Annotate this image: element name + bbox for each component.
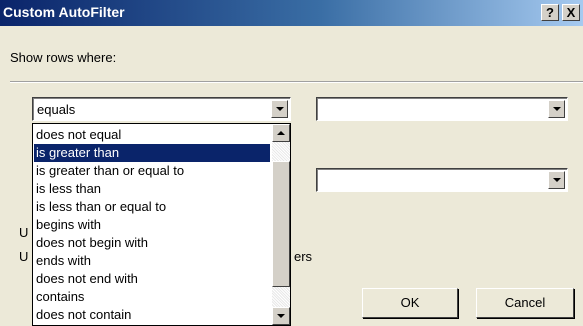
dropdown-arrow-icon bbox=[553, 107, 561, 111]
value-combo-2-dropdown-button[interactable] bbox=[548, 171, 565, 189]
ok-button[interactable]: OK bbox=[362, 288, 458, 318]
list-item-does-not-equal[interactable]: does not equal bbox=[34, 126, 270, 144]
operator-combo-1-value: equals bbox=[37, 102, 76, 117]
list-item-is-greater-than[interactable]: is greater than bbox=[34, 144, 270, 162]
separator bbox=[10, 81, 583, 83]
list-item-does-not-contain[interactable]: does not contain bbox=[34, 306, 270, 324]
list-scrollbar[interactable] bbox=[272, 124, 290, 325]
partial-label-u2: U bbox=[19, 249, 29, 264]
scroll-up-icon bbox=[277, 131, 285, 135]
cancel-button[interactable]: Cancel bbox=[476, 288, 574, 318]
window-title: Custom AutoFilter bbox=[3, 4, 125, 20]
operator-combo-1[interactable]: equals bbox=[32, 97, 291, 121]
list-item-begins-with[interactable]: begins with bbox=[34, 216, 270, 234]
dropdown-arrow-icon bbox=[553, 178, 561, 182]
value-combo-2[interactable] bbox=[316, 168, 568, 192]
scroll-thumb[interactable] bbox=[272, 161, 290, 287]
list-item-contains[interactable]: contains bbox=[34, 288, 270, 306]
list-item-is-less-than-or-equal-to[interactable]: is less than or equal to bbox=[34, 198, 270, 216]
list-item-does-not-begin-with[interactable]: does not begin with bbox=[34, 234, 270, 252]
title-bar: Custom AutoFilter ? X bbox=[0, 0, 583, 26]
list-item-is-greater-than-or-equal-to[interactable]: is greater than or equal to bbox=[34, 162, 270, 180]
value-combo-1[interactable] bbox=[316, 97, 568, 121]
list-item-does-not-end-with[interactable]: does not end with bbox=[34, 270, 270, 288]
show-rows-label: Show rows where: bbox=[10, 50, 117, 65]
scroll-up-button[interactable] bbox=[272, 124, 290, 142]
list-item-ends-with[interactable]: ends with bbox=[34, 252, 270, 270]
list-item-is-less-than[interactable]: is less than bbox=[34, 180, 270, 198]
partial-label-u1: U bbox=[19, 225, 29, 240]
close-button[interactable]: X bbox=[562, 4, 580, 21]
partial-label-ers: ers bbox=[294, 249, 313, 264]
help-button[interactable]: ? bbox=[541, 4, 559, 21]
scroll-down-button[interactable] bbox=[272, 307, 290, 325]
scroll-down-icon bbox=[277, 314, 285, 318]
operator-combo-1-dropdown-button[interactable] bbox=[271, 100, 288, 118]
dropdown-arrow-icon bbox=[276, 107, 284, 111]
operator-dropdown-list[interactable]: does not equal is greater than is greate… bbox=[32, 123, 291, 326]
value-combo-1-dropdown-button[interactable] bbox=[548, 100, 565, 118]
